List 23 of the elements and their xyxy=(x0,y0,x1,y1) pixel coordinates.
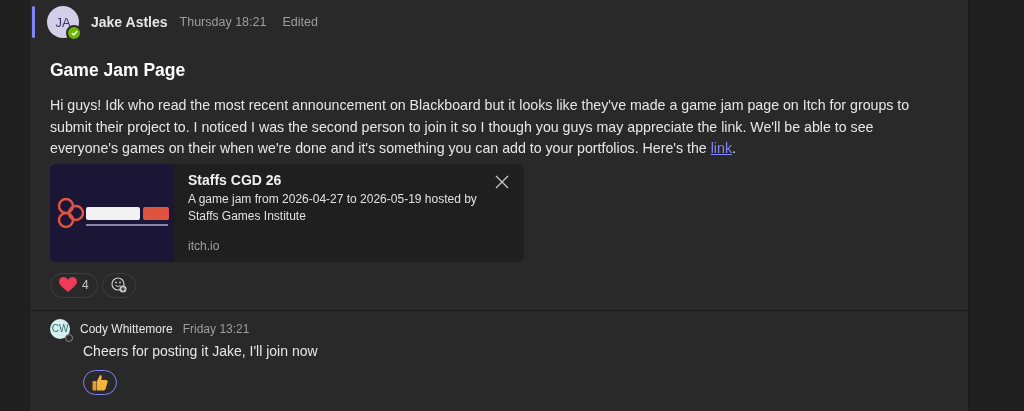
add-reaction-icon xyxy=(110,277,127,293)
author-name: Jake Astles xyxy=(91,14,168,30)
reaction-button[interactable] xyxy=(83,370,117,395)
message-text: Cheers for posting it Jake, I'll join now xyxy=(83,341,319,361)
message-time: Thursday 18:21 xyxy=(179,15,267,29)
add-reaction-button[interactable] xyxy=(101,272,136,298)
thumbs-up-icon xyxy=(92,374,108,391)
preview-title: Staffs CGD 26 xyxy=(188,171,282,188)
preview-description: A game jam from 2026-04-27 to 2026-05-19 hosted by Staffs Games Institute xyxy=(188,190,478,225)
link[interactable]: link xyxy=(710,140,732,156)
link-preview-card[interactable]: Staffs CGD 26 A game jam from 2026-04-27 to 2026-05-19 hosted by Staffs Games Institute itch.io xyxy=(50,163,524,262)
reaction-button[interactable]: 4 xyxy=(50,272,98,298)
author-name: Cody Whittemore xyxy=(80,321,173,336)
message-text: Hi guys! Idk who read the most recent announcement on Blackboard but it looks like they've made a game jam page on Itch for groups to submit their project to. I noticed I was the second person to join it so I though you guys may appreciate the link. We'll be able to see everyone's games on their when we're done and it's something you can add to your portfolios. Here's the link. xyxy=(50,96,911,158)
heart-icon xyxy=(59,277,77,293)
avatar[interactable]: JA xyxy=(47,6,79,38)
edited-label: Edited xyxy=(282,15,318,29)
message-time: Friday 13:21 xyxy=(182,321,250,336)
message-subject: Game Jam Page xyxy=(50,60,187,81)
avatar[interactable]: CW xyxy=(50,318,70,339)
close-button[interactable] xyxy=(494,173,510,190)
preview-domain: itch.io xyxy=(188,238,220,253)
accent-bar xyxy=(32,6,35,38)
